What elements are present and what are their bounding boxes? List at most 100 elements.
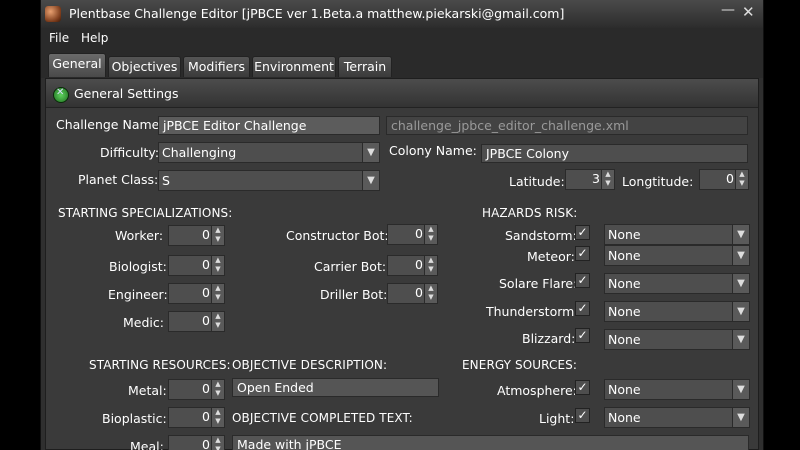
spin-down-icon[interactable]: ▼: [213, 265, 223, 274]
objective-description-input[interactable]: Open Ended: [232, 378, 439, 397]
meteor-checkbox[interactable]: ✓: [575, 246, 590, 261]
engineer-spinner[interactable]: 0 ▲ ▼: [168, 283, 225, 304]
spin-down-icon[interactable]: ▼: [213, 293, 223, 302]
longitude-label: Longtitude:: [622, 174, 694, 189]
spin-up-icon[interactable]: ▲: [213, 408, 223, 417]
difficulty-label: Difficulty:: [100, 145, 160, 160]
sandstorm-value: None: [608, 227, 641, 242]
tab-bar: General Objectives Modifiers Environment…: [41, 48, 763, 78]
spin-down-icon[interactable]: ▼: [213, 235, 223, 244]
tab-environment[interactable]: Environment: [252, 56, 336, 77]
biologist-spinner[interactable]: 0 ▲ ▼: [168, 255, 225, 276]
window-title: Plentbase Challenge Editor [jPBCE ver 1.…: [69, 6, 565, 21]
spin-up-icon[interactable]: ▲: [213, 284, 223, 293]
bioplastic-value: 0: [202, 409, 210, 424]
bioplastic-label: Bioplastic:: [102, 411, 167, 426]
latitude-spinner[interactable]: 3 ▲ ▼: [565, 169, 615, 190]
spin-up-icon[interactable]: ▲: [213, 312, 223, 321]
longitude-value: 0: [726, 171, 734, 186]
atmosphere-select[interactable]: None ▼: [604, 379, 750, 400]
spin-down-icon[interactable]: ▼: [737, 179, 747, 188]
light-value: None: [608, 410, 641, 425]
biologist-label: Biologist:: [109, 259, 167, 274]
light-checkbox[interactable]: ✓: [575, 408, 590, 423]
meal-spinner[interactable]: 0 ▲ ▼: [168, 435, 225, 450]
solar-flare-checkbox[interactable]: ✓: [575, 273, 590, 288]
sandstorm-label: Sandstorm:: [505, 228, 577, 243]
sandstorm-checkbox[interactable]: ✓: [575, 225, 590, 240]
worker-spinner[interactable]: 0 ▲ ▼: [168, 225, 225, 246]
constructor-bot-spinner[interactable]: 0 ▲ ▼: [387, 224, 438, 245]
medic-label: Medic:: [123, 315, 164, 330]
spin-down-icon[interactable]: ▼: [213, 417, 223, 426]
spinner-buttons: ▲ ▼: [211, 436, 224, 450]
spin-up-icon[interactable]: ▲: [603, 170, 613, 179]
spin-up-icon[interactable]: ▲: [213, 226, 223, 235]
carrier-bot-spinner[interactable]: 0 ▲ ▼: [387, 255, 438, 276]
bioplastic-spinner[interactable]: 0 ▲ ▼: [168, 407, 225, 428]
spin-down-icon[interactable]: ▼: [213, 321, 223, 330]
difficulty-value: Challenging: [162, 145, 237, 160]
title-bar[interactable]: Plentbase Challenge Editor [jPBCE ver 1.…: [41, 0, 763, 28]
spin-up-icon[interactable]: ▲: [426, 256, 436, 265]
carrier-bot-value: 0: [415, 257, 423, 272]
longitude-spinner[interactable]: 0 ▲ ▼: [699, 169, 749, 190]
solar-flare-select[interactable]: None ▼: [604, 273, 750, 294]
spin-up-icon[interactable]: ▲: [426, 284, 436, 293]
objective-completed-header: OBJECTIVE COMPLETED TEXT:: [232, 411, 413, 425]
menu-help[interactable]: Help: [81, 31, 108, 45]
spin-down-icon[interactable]: ▼: [213, 445, 223, 450]
tab-terrain[interactable]: Terrain: [338, 56, 392, 77]
colony-name-input[interactable]: JPBCE Colony: [481, 144, 748, 163]
engineer-value: 0: [202, 285, 210, 300]
chevron-down-icon: ▼: [732, 225, 749, 244]
minimize-button[interactable]: —: [721, 2, 735, 18]
meteor-select[interactable]: None ▼: [604, 245, 750, 266]
chevron-down-icon: ▼: [732, 380, 749, 399]
spin-down-icon[interactable]: ▼: [603, 179, 613, 188]
spinner-buttons: ▲ ▼: [424, 284, 437, 303]
spinner-buttons: ▲ ▼: [211, 312, 224, 331]
tab-objectives[interactable]: Objectives: [108, 56, 181, 77]
spin-up-icon[interactable]: ▲: [213, 256, 223, 265]
meteor-label: Meteor:: [527, 249, 575, 264]
objective-completed-input[interactable]: Made with jPBCE: [232, 435, 749, 450]
spin-down-icon[interactable]: ▼: [426, 234, 436, 243]
chevron-down-icon: ▼: [732, 330, 749, 349]
specializations-header: STARTING SPECIALIZATIONS:: [58, 206, 233, 220]
thunderstorm-select[interactable]: None ▼: [604, 301, 750, 322]
spinner-buttons: ▲ ▼: [735, 170, 748, 189]
close-button[interactable]: ✕: [742, 3, 755, 21]
spin-up-icon[interactable]: ▲: [213, 436, 223, 445]
blizzard-checkbox[interactable]: ✓: [575, 328, 590, 343]
spinner-buttons: ▲ ▼: [211, 380, 224, 399]
spin-down-icon[interactable]: ▼: [426, 293, 436, 302]
spin-down-icon[interactable]: ▼: [213, 389, 223, 398]
spinner-buttons: ▲ ▼: [424, 256, 437, 275]
thunderstorm-checkbox[interactable]: ✓: [575, 301, 590, 316]
driller-bot-spinner[interactable]: 0 ▲ ▼: [387, 283, 438, 304]
spinner-buttons: ▲ ▼: [424, 225, 437, 244]
menu-file[interactable]: File: [49, 31, 69, 45]
solar-flare-label: Solare Flare:: [499, 276, 578, 291]
tab-modifiers[interactable]: Modifiers: [183, 56, 250, 77]
sandstorm-select[interactable]: None ▼: [604, 224, 750, 245]
planet-class-select[interactable]: S ▼: [158, 170, 380, 191]
light-select[interactable]: None ▼: [604, 407, 750, 428]
settings-icon: [53, 87, 69, 103]
chevron-down-icon: ▼: [732, 274, 749, 293]
panel-header[interactable]: General Settings: [46, 79, 758, 108]
medic-spinner[interactable]: 0 ▲ ▼: [168, 311, 225, 332]
spin-down-icon[interactable]: ▼: [426, 265, 436, 274]
spin-up-icon[interactable]: ▲: [426, 225, 436, 234]
metal-spinner[interactable]: 0 ▲ ▼: [168, 379, 225, 400]
atmosphere-checkbox[interactable]: ✓: [575, 380, 590, 395]
spin-up-icon[interactable]: ▲: [213, 380, 223, 389]
challenge-name-input[interactable]: jPBCE Editor Challenge: [158, 116, 380, 135]
tab-general[interactable]: General: [48, 53, 106, 77]
blizzard-select[interactable]: None ▼: [604, 329, 750, 350]
difficulty-select[interactable]: Challenging ▼: [158, 142, 380, 163]
spin-up-icon[interactable]: ▲: [737, 170, 747, 179]
blizzard-label: Blizzard:: [522, 331, 576, 346]
biologist-value: 0: [202, 257, 210, 272]
